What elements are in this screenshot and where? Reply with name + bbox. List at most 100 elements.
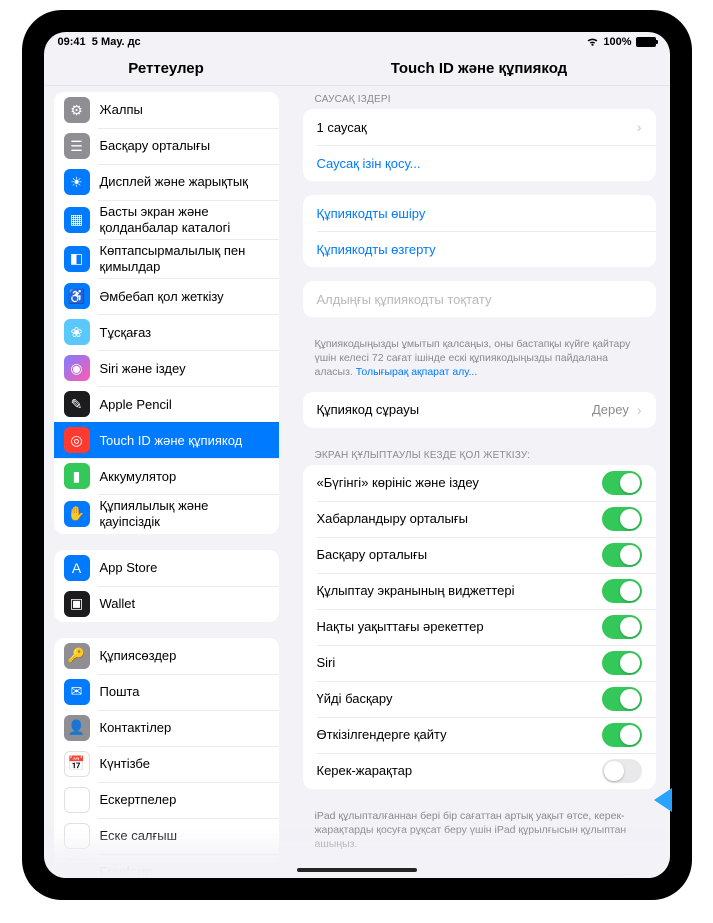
locked-access-row[interactable]: Хабарландыру орталығы	[303, 501, 656, 537]
locked-access-label: Siri	[317, 655, 336, 670]
sidebar-item[interactable]: ✎Freeform	[54, 854, 279, 878]
sidebar-item-label: Әмбебап қол жеткізу	[100, 289, 224, 305]
locked-access-label: «Бүгінгі» көрініс және іздеу	[317, 475, 479, 490]
sidebar-item-label: App Store	[100, 560, 158, 576]
sidebar-item[interactable]: 👤Контактілер	[54, 710, 279, 746]
expire-row[interactable]: Алдыңғы құпиякодты тоқтату	[303, 281, 656, 317]
locked-header: ЭКРАН ҚҰЛЫПТАУЛЫ КЕЗДЕ ҚОЛ ЖЕТКІЗУ:	[303, 442, 656, 465]
sidebar-item-icon: ▣	[64, 591, 90, 617]
locked-access-row[interactable]: Өткізілгендерге қайту	[303, 717, 656, 753]
locked-access-row[interactable]: Үйді басқару	[303, 681, 656, 717]
sidebar-item-icon: ☰	[64, 787, 90, 813]
erase-data-switch[interactable]	[602, 873, 642, 878]
require-passcode-value: Дереу	[592, 402, 633, 417]
sidebar-item-label: Басты экран және қолданбалар каталогі	[100, 204, 269, 235]
sidebar[interactable]: ⚙Жалпы☰Басқару орталығы☀Дисплей және жар…	[44, 86, 289, 878]
toggle-switch[interactable]	[602, 759, 642, 783]
sidebar-item[interactable]: ◧ Көптапсырмалылық пен қимылдар	[54, 239, 279, 278]
detail-title: Touch ID және құпиякод	[289, 52, 670, 85]
locked-access-row[interactable]: Siri	[303, 645, 656, 681]
locked-footer: iPad құлыпталғаннан бері бір сағаттан ар…	[303, 803, 656, 854]
sidebar-item[interactable]: ☰Басқару орталығы	[54, 128, 279, 164]
column-headers: Реттеулер Touch ID және құпиякод	[44, 52, 670, 86]
toggle-switch[interactable]	[602, 723, 642, 747]
sidebar-item[interactable]: 🔑Құпиясөздер	[54, 638, 279, 674]
sidebar-item-icon: ◧	[64, 246, 90, 272]
locked-access-label: Үйді басқару	[317, 691, 393, 706]
sidebar-item-label: Apple Pencil	[100, 397, 172, 413]
sidebar-item[interactable]: ◉Siri және іздеу	[54, 350, 279, 386]
status-right: 100%	[586, 36, 655, 48]
device-frame: 09:41 5 Мау. дс 100% Реттеулер Touch ID …	[22, 10, 692, 900]
sidebar-group-1: ⚙Жалпы☰Басқару орталығы☀Дисплей және жар…	[54, 92, 279, 534]
locked-access-row[interactable]: Басқару орталығы	[303, 537, 656, 573]
locked-access-row[interactable]: «Бүгінгі» көрініс және іздеу	[303, 465, 656, 501]
battery-percent: 100%	[603, 36, 631, 48]
sidebar-item-icon: ☑	[64, 823, 90, 849]
toggle-switch[interactable]	[602, 651, 642, 675]
toggle-switch[interactable]	[602, 507, 642, 531]
status-date: 5 Мау. дс	[92, 36, 141, 48]
require-passcode-row[interactable]: Құпиякод сұрауы Дереу ›	[303, 392, 656, 428]
chevron-right-icon: ›	[637, 402, 642, 418]
sidebar-item-label: Еске салғыш	[100, 828, 178, 844]
sidebar-group-3: 🔑Құпиясөздер✉Пошта👤Контактілер📅Күнтізбе☰…	[54, 638, 279, 878]
add-fingerprint-row[interactable]: Саусақ ізін қосу...	[303, 145, 656, 181]
sidebar-item-icon: ☀	[64, 169, 90, 195]
turn-passcode-off-label: Құпиякодты өшіру	[317, 206, 426, 221]
toggle-switch[interactable]	[602, 615, 642, 639]
locked-access-row[interactable]: Нақты уақыттағы әрекеттер	[303, 609, 656, 645]
sidebar-item[interactable]: ⚙Жалпы	[54, 92, 279, 128]
sidebar-item[interactable]: ☀Дисплей және жарықтық	[54, 164, 279, 200]
locked-card: «Бүгінгі» көрініс және іздеу Хабарландыру…	[303, 465, 656, 789]
turn-passcode-off-row[interactable]: Құпиякодты өшіру	[303, 195, 656, 231]
sidebar-item[interactable]: ☑ Еске салғыш	[54, 818, 279, 854]
status-time: 09:41	[58, 36, 86, 48]
sidebar-group-2: A App Store ▣ Wallet	[54, 550, 279, 622]
sidebar-item-icon: 🔑	[64, 643, 90, 669]
sidebar-item-label: Тұсқағаз	[100, 325, 152, 341]
sidebar-item[interactable]: ▦Басты экран және қолданбалар каталогі	[54, 200, 279, 239]
sidebar-item[interactable]: ▮Аккумулятор	[54, 458, 279, 494]
sidebar-item-icon: ✉	[64, 679, 90, 705]
sidebar-item[interactable]: ♿Әмбебап қол жеткізу	[54, 278, 279, 314]
sidebar-item-label: Жалпы	[100, 102, 143, 118]
sidebar-item-icon: 👤	[64, 715, 90, 741]
sidebar-item[interactable]: A App Store	[54, 550, 279, 586]
fingerprint-label: 1 саусақ	[317, 120, 367, 135]
sidebar-item-label: Wallet	[100, 596, 136, 612]
screen: 09:41 5 Мау. дс 100% Реттеулер Touch ID …	[44, 32, 670, 878]
sidebar-item[interactable]: ☰Ескертпелер	[54, 782, 279, 818]
fingerprint-row[interactable]: 1 саусақ ›	[303, 109, 656, 145]
locked-access-label: Басқару орталығы	[317, 547, 428, 562]
change-passcode-row[interactable]: Құпиякодты өзгерту	[303, 231, 656, 267]
sidebar-item[interactable]: ✉Пошта	[54, 674, 279, 710]
expire-label: Алдыңғы құпиякодты тоқтату	[317, 292, 492, 307]
sidebar-item-label: Көптапсырмалылық пен қимылдар	[100, 243, 269, 274]
detail-pane[interactable]: САУСАҚ ІЗДЕРІ 1 саусақ › Саусақ ізін қос…	[289, 86, 670, 878]
expire-learn-more-link[interactable]: Толығырақ ақпарат алу...	[356, 366, 478, 378]
locked-access-row[interactable]: Керек-жарақтар	[303, 753, 656, 789]
require-card: Құпиякод сұрауы Дереу ›	[303, 392, 656, 428]
sidebar-item[interactable]: ▣ Wallet	[54, 586, 279, 622]
sidebar-item[interactable]: ◎Touch ID және құпиякод	[54, 422, 279, 458]
toggle-switch[interactable]	[602, 579, 642, 603]
toggle-switch[interactable]	[602, 543, 642, 567]
home-indicator[interactable]	[297, 868, 417, 872]
toggle-switch[interactable]	[602, 687, 642, 711]
sidebar-item[interactable]: 📅Күнтізбе	[54, 746, 279, 782]
expire-card: Алдыңғы құпиякодты тоқтату	[303, 281, 656, 317]
sidebar-item-icon: A	[64, 555, 90, 581]
chevron-right-icon: ›	[637, 119, 642, 135]
locked-access-label: Хабарландыру орталығы	[317, 511, 468, 526]
sidebar-item[interactable]: ✋Құпиялылық және қауіпсіздік	[54, 494, 279, 533]
status-left: 09:41 5 Мау. дс	[58, 36, 141, 48]
sidebar-item[interactable]: ❀Тұсқағаз	[54, 314, 279, 350]
locked-access-label: Құлыптау экранының виджеттері	[317, 583, 515, 598]
locked-access-row[interactable]: Құлыптау экранының виджеттері	[303, 573, 656, 609]
sidebar-item[interactable]: ✎Apple Pencil	[54, 386, 279, 422]
toggle-switch[interactable]	[602, 471, 642, 495]
wifi-icon	[586, 37, 599, 47]
sidebar-item-icon: 📅	[64, 751, 90, 777]
sidebar-item-icon: ◉	[64, 355, 90, 381]
